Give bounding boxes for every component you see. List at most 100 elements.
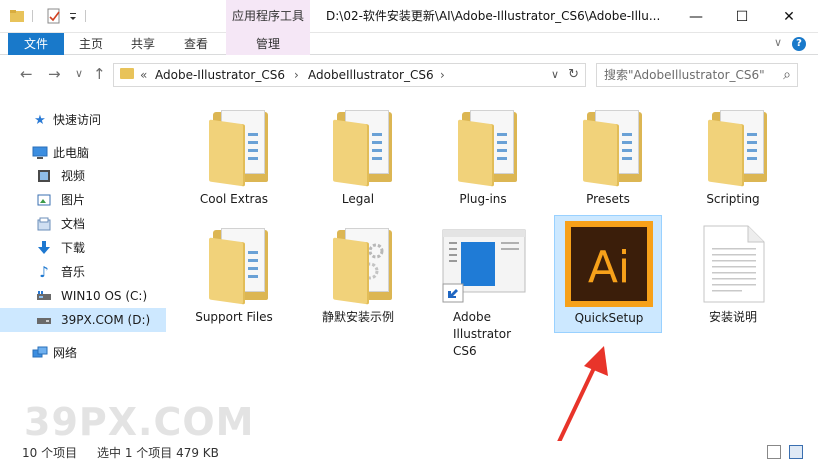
file-name: 静默安装示例 (321, 310, 394, 324)
maximize-button[interactable]: ☐ (719, 0, 765, 33)
file-name: 安装说明 (708, 310, 757, 324)
sidebar-item-this-pc[interactable]: 此电脑 (0, 141, 166, 165)
customize-quick-access-icon[interactable] (68, 8, 78, 24)
refresh-icon[interactable]: ↻ (568, 64, 579, 86)
folder-item[interactable]: Support Files (180, 212, 288, 330)
tab-view[interactable]: 查看 (177, 33, 215, 55)
help-icon[interactable]: ? (792, 37, 806, 51)
documents-icon (36, 216, 52, 232)
properties-icon[interactable] (46, 8, 62, 24)
sidebar-item-label: 文档 (61, 217, 86, 231)
details-view-icon[interactable] (767, 445, 781, 459)
annotation-arrow-icon (556, 346, 608, 446)
recent-locations-button[interactable]: ∨ (75, 65, 83, 83)
navigation-pane: ★ 快速访问 此电脑 视频 图片 文档 下载 ♪ 音乐 WIN10 OS (C:… (0, 94, 166, 441)
folder-icon (333, 108, 393, 187)
app-item-selected[interactable]: Ai QuickSetup (554, 215, 662, 333)
minimize-button[interactable]: — (673, 0, 719, 33)
network-icon (32, 345, 48, 361)
folder-icon (209, 108, 269, 187)
folder-icon (583, 108, 643, 187)
maximize-icon: ☐ (735, 8, 749, 25)
search-icon[interactable]: ⌕ (783, 67, 791, 83)
search-placeholder: 搜索"AdobeIllustrator_CS6" (604, 68, 765, 82)
tab-file[interactable]: 文件 (8, 33, 64, 55)
sidebar-item-music[interactable]: ♪ 音乐 (0, 260, 166, 284)
sidebar-item-network[interactable]: 网络 (0, 341, 166, 365)
folder-icon (458, 108, 518, 187)
file-name: QuickSetup (574, 311, 644, 325)
folder-item[interactable]: Presets (554, 94, 662, 212)
sidebar-item-documents[interactable]: 文档 (0, 212, 166, 236)
status-bar: 10 个项目 选中 1 个项目 479 KB (0, 441, 818, 471)
music-icon: ♪ (39, 263, 49, 281)
application-window-icon (441, 224, 527, 304)
context-tab-group: 应用程序工具 (226, 0, 310, 33)
folder-icon (333, 226, 393, 305)
shortcut-item[interactable]: Adobe Illustrator CS6 (429, 212, 537, 358)
address-bar[interactable]: « Adobe-Illustrator_CS6 › AdobeIllustrat… (113, 63, 586, 87)
back-button[interactable]: ← (20, 65, 33, 83)
tab-manage[interactable]: 管理 (226, 33, 310, 55)
folder-icon[interactable] (9, 8, 25, 24)
file-name: Adobe Illustrator CS6 (453, 310, 512, 358)
drive-icon (36, 288, 52, 304)
sidebar-item-downloads[interactable]: 下载 (0, 236, 166, 260)
star-icon: ★ (34, 112, 46, 128)
close-button[interactable]: ✕ (766, 0, 812, 33)
illustrator-icon: Ai (564, 220, 654, 308)
download-icon (36, 240, 52, 256)
file-name: Cool Extras (199, 192, 269, 206)
overflow-icon[interactable]: « (140, 64, 147, 86)
selection-info: 选中 1 个项目 479 KB (97, 446, 219, 460)
forward-button[interactable]: → (48, 65, 61, 83)
address-dropdown-icon[interactable]: ∨ (551, 64, 559, 86)
sidebar-item-label: 快速访问 (53, 113, 102, 127)
folder-icon (708, 108, 768, 187)
navigation-bar: ← → ∨ ↑ « Adobe-Illustrator_CS6 › AdobeI… (0, 55, 818, 94)
sidebar-item-label: 此电脑 (53, 146, 90, 160)
sidebar-item-label: 网络 (53, 346, 78, 360)
separator (85, 10, 86, 22)
file-name: Support Files (195, 310, 273, 324)
folder-item[interactable]: Cool Extras (180, 94, 288, 212)
item-count: 10 个项目 (22, 446, 78, 460)
breadcrumb-item[interactable]: AdobeIllustrator_CS6 (308, 64, 434, 86)
folder-item[interactable]: 静默安装示例 (304, 212, 412, 330)
breadcrumb-separator-icon[interactable]: › (440, 64, 445, 86)
folder-icon (209, 226, 269, 305)
up-button[interactable]: ↑ (93, 65, 106, 83)
folder-icon (120, 68, 134, 79)
watermark: 39PX.COM (24, 400, 255, 444)
ribbon-tabs: 文件 主页 共享 查看 管理 ∨ ? (0, 33, 818, 55)
sidebar-item-label: 39PX.COM (D:) (61, 313, 151, 327)
sidebar-item-videos[interactable]: 视频 (0, 164, 166, 188)
close-icon: ✕ (783, 8, 795, 25)
breadcrumb-separator-icon[interactable]: › (294, 64, 299, 86)
file-list: Cool Extras Legal Plug-ins Presets Scrip… (166, 94, 818, 441)
search-box[interactable]: 搜索"AdobeIllustrator_CS6" ⌕ (596, 63, 798, 87)
title-bar: 应用程序工具 D:\02-软件安装更新\AI\Adobe-Illustrator… (0, 0, 818, 33)
file-name: Scripting (706, 192, 760, 206)
tab-share[interactable]: 共享 (124, 33, 162, 55)
breadcrumb-item[interactable]: Adobe-Illustrator_CS6 (155, 64, 285, 86)
expand-ribbon-icon[interactable]: ∨ (774, 36, 782, 49)
pictures-icon (36, 192, 52, 208)
sidebar-item-label: 音乐 (61, 265, 86, 279)
sidebar-item-quick-access[interactable]: ★ 快速访问 (0, 108, 166, 132)
text-file-item[interactable]: 安装说明 (679, 212, 787, 330)
sidebar-item-pictures[interactable]: 图片 (0, 188, 166, 212)
minimize-icon: — (689, 8, 703, 25)
tab-home[interactable]: 主页 (72, 33, 110, 55)
sidebar-item-drive-d[interactable]: 39PX.COM (D:) (0, 308, 166, 332)
video-icon (36, 168, 52, 184)
folder-item[interactable]: Legal (304, 94, 412, 212)
sidebar-item-drive-c[interactable]: WIN10 OS (C:) (0, 284, 166, 308)
large-icons-view-icon[interactable] (789, 445, 803, 459)
folder-item[interactable]: Scripting (679, 94, 787, 212)
file-name: Presets (586, 192, 630, 206)
context-group-label: 应用程序工具 (231, 9, 304, 23)
sidebar-item-label: 视频 (61, 169, 86, 183)
folder-item[interactable]: Plug-ins (429, 94, 537, 212)
window-title: D:\02-软件安装更新\AI\Adobe-Illustrator_CS6\Ad… (326, 9, 661, 23)
